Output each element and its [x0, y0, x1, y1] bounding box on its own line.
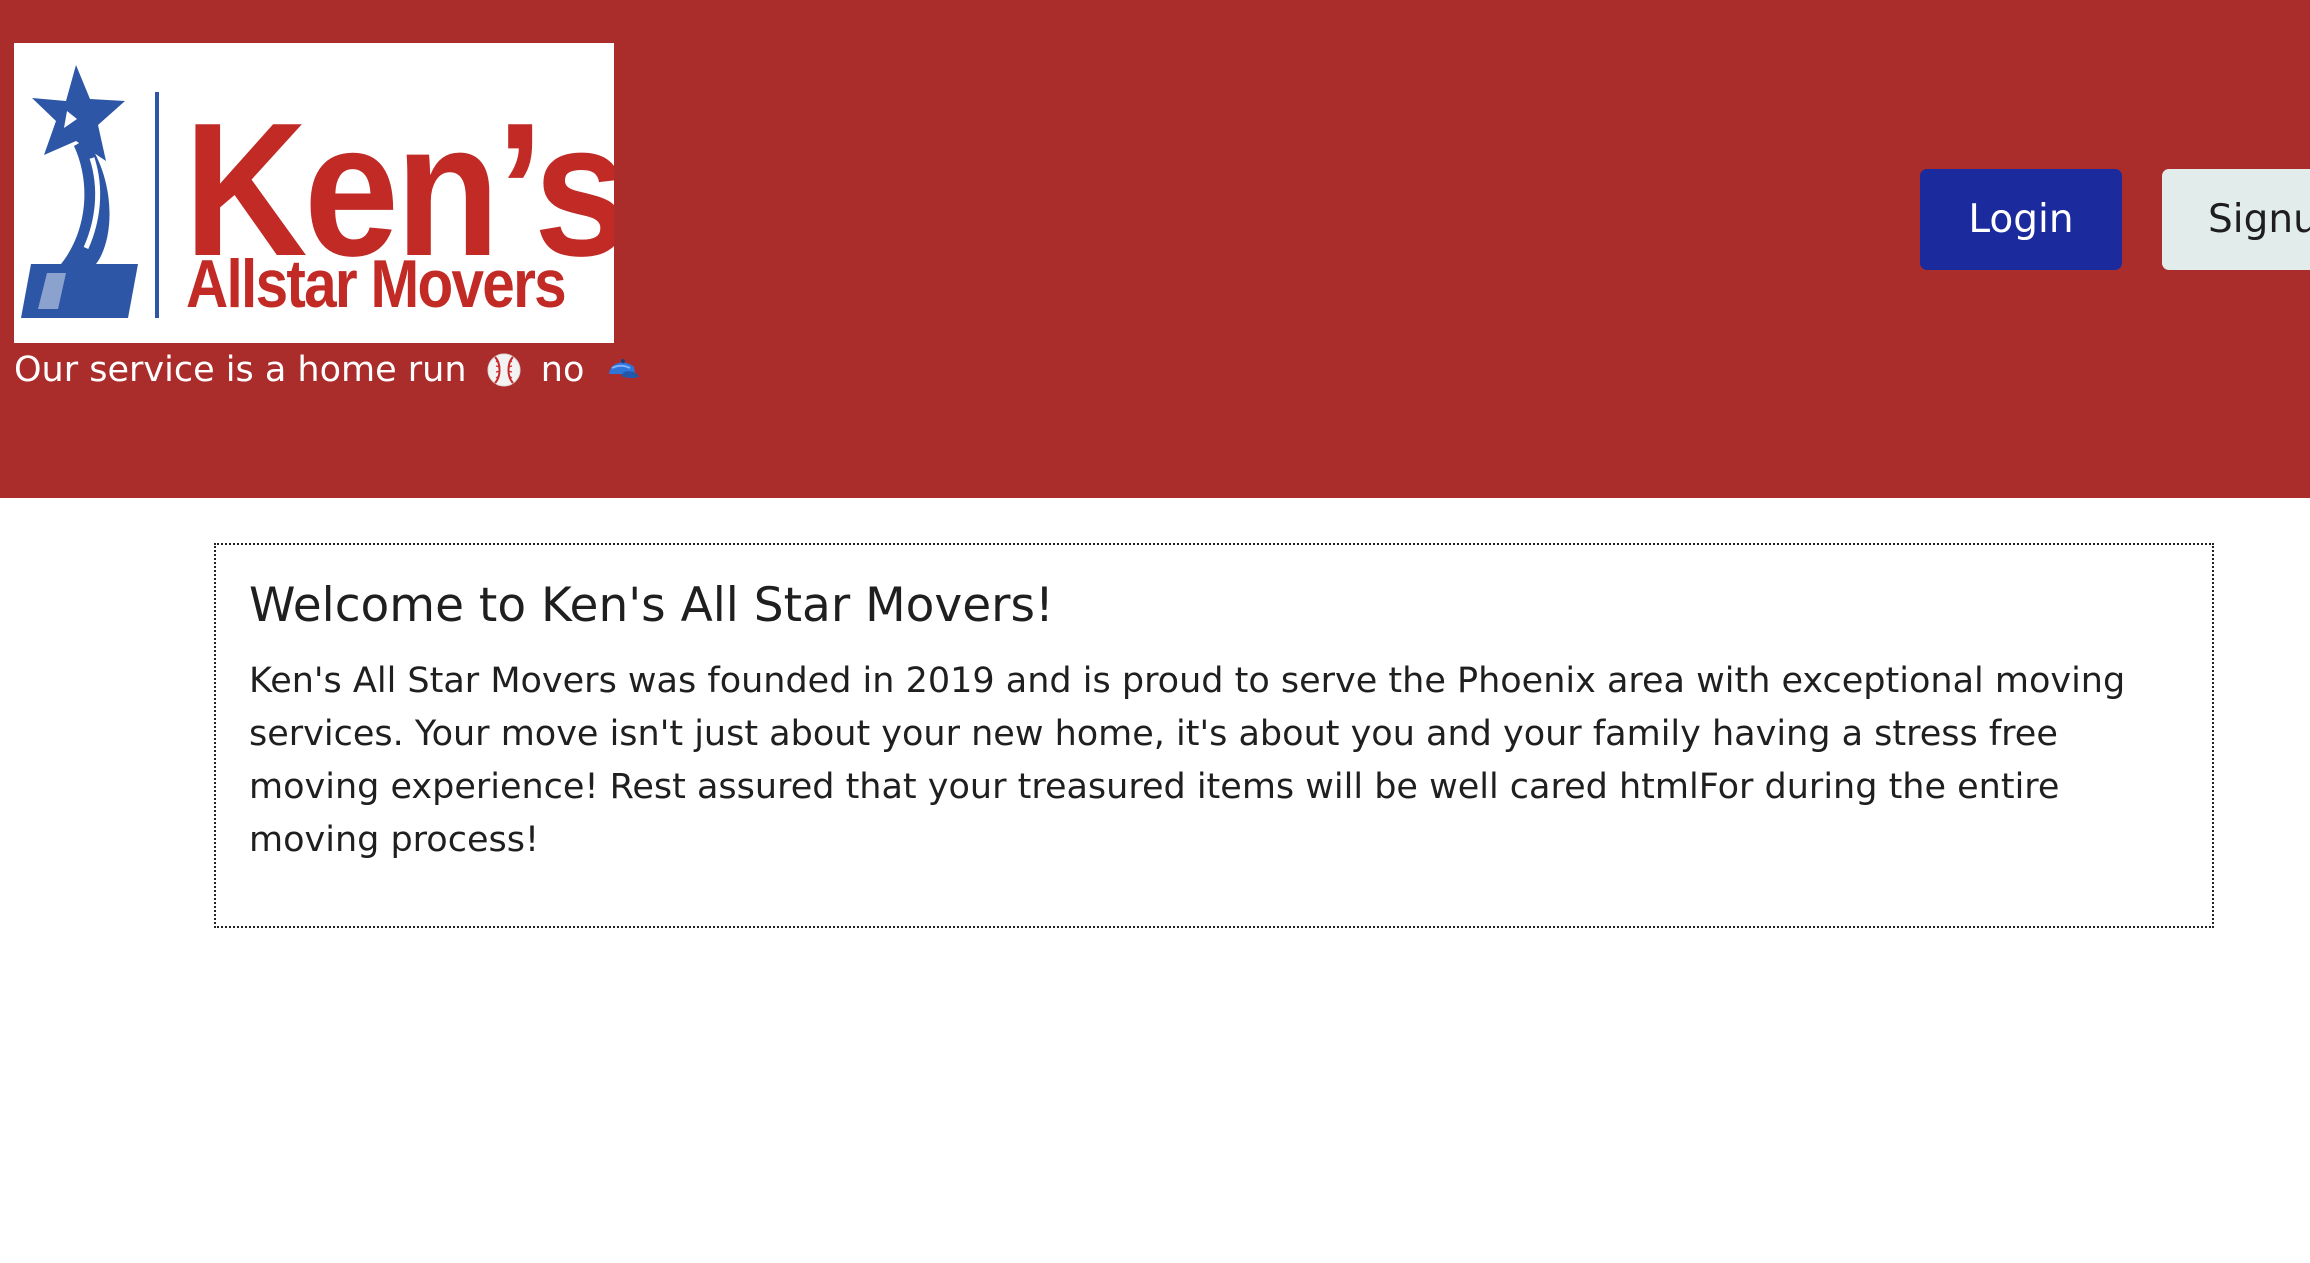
kens-allstar-movers-logo[interactable]: Ken’s Allstar Movers	[14, 43, 614, 343]
tagline: Our service is a home run no	[14, 346, 648, 392]
baseball-cap-icon	[604, 352, 640, 388]
welcome-title: Welcome to Ken's All Star Movers!	[249, 578, 1054, 633]
welcome-card: Welcome to Ken's All Star Movers! Ken's …	[214, 543, 2214, 928]
baseball-icon	[486, 352, 522, 388]
login-button[interactable]: Login	[1920, 169, 2122, 270]
tagline-text-before: Our service is a home run	[14, 350, 467, 390]
logo-subtitle: Allstar Movers	[186, 246, 567, 322]
welcome-body-text: Ken's All Star Movers was founded in 201…	[249, 661, 2126, 860]
tagline-text-middle: no	[540, 350, 585, 390]
site-header: Ken’s Allstar Movers Our service is a ho…	[0, 0, 2310, 498]
signup-button[interactable]: Signu	[2162, 169, 2310, 270]
